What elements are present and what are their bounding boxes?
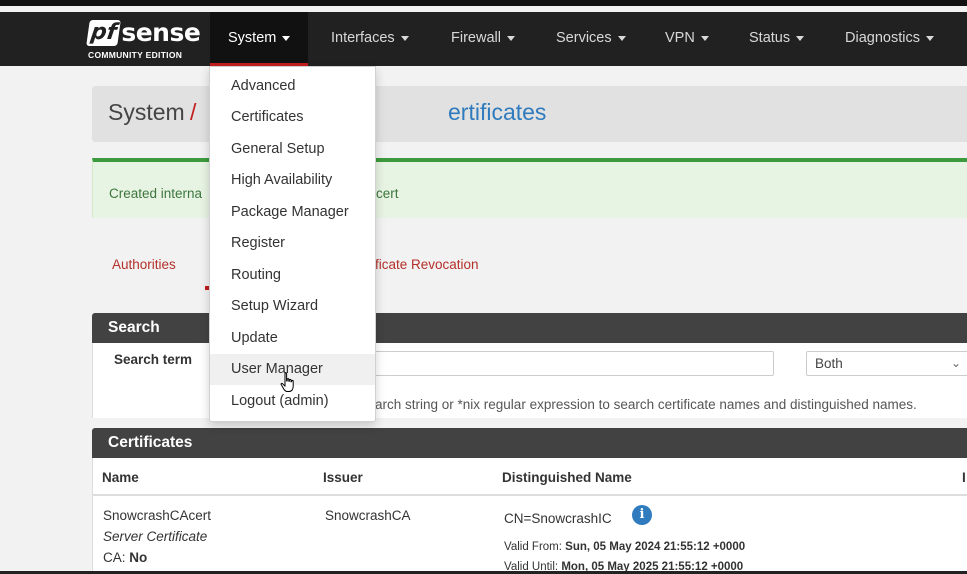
cert-valid-from: Valid From: Sun, 05 May 2024 21:55:12 +0… [504, 541, 745, 553]
nav-vpn-label: VPN [665, 30, 695, 46]
caret-down-icon [700, 35, 709, 41]
caret-down-icon [506, 35, 515, 41]
hand-pointer-cursor-icon [280, 372, 294, 392]
column-header-name[interactable]: Name [102, 470, 139, 485]
logo-wordmark: pf sense [86, 18, 201, 48]
cert-distinguished-name: CN=SnowcrashIC [504, 511, 612, 526]
cert-ca-flag: CA: No [103, 550, 147, 565]
valid-from-value: Sun, 05 May 2024 21:55:12 +0000 [565, 541, 746, 553]
nav-status[interactable]: Status [749, 12, 805, 66]
caret-down-icon [282, 35, 291, 41]
system-dropdown-menu: Advanced Certificates General Setup High… [209, 66, 376, 422]
table-header-rule [92, 494, 967, 496]
nav-services-label: Services [556, 30, 612, 46]
nav-interfaces[interactable]: Interfaces [331, 12, 409, 66]
menu-item-advanced[interactable]: Advanced [210, 71, 375, 102]
nav-diagnostics[interactable]: Diagnostics [845, 12, 934, 66]
search-scope-select[interactable]: Both ⌄ [806, 351, 967, 376]
chevron-down-icon: ⌄ [950, 356, 961, 370]
cert-ca-label: CA: [103, 550, 126, 565]
menu-item-update[interactable]: Update [210, 323, 375, 354]
nav-firewall-label: Firewall [451, 30, 501, 46]
menu-item-certificates[interactable]: Certificates [210, 102, 375, 133]
menu-item-register[interactable]: Register [210, 228, 375, 259]
nav-diagnostics-label: Diagnostics [845, 30, 920, 46]
nav-services[interactable]: Services [556, 12, 626, 66]
menu-item-high-availability[interactable]: High Availability [210, 165, 375, 196]
cert-ca-value: No [129, 550, 148, 565]
menu-item-routing[interactable]: Routing [210, 260, 375, 291]
pfsense-logo[interactable]: pf sense COMMUNITY EDITION [86, 18, 201, 62]
cert-type: Server Certificate [103, 529, 208, 544]
certificates-panel-heading: Certificates [92, 428, 967, 458]
breadcrumb-certificates[interactable]: ertificates [448, 99, 546, 126]
search-scope-value: Both [815, 356, 843, 371]
nav-vpn[interactable]: VPN [665, 12, 709, 66]
menu-item-setup-wizard[interactable]: Setup Wizard [210, 291, 375, 322]
nav-system-label: System [228, 30, 277, 46]
breadcrumb-separator: / [190, 99, 197, 125]
column-header-distinguished-name[interactable]: Distinguished Name [502, 470, 632, 485]
nav-system[interactable]: System [210, 12, 309, 66]
nav-firewall[interactable]: Firewall [451, 12, 515, 66]
valid-from-label: Valid From: [504, 541, 562, 553]
nav-status-label: Status [749, 30, 791, 46]
search-term-label: Search term [114, 352, 193, 367]
column-header-truncated[interactable]: I [962, 470, 966, 485]
tab-authorities[interactable]: Authorities [112, 257, 176, 272]
search-input[interactable] [374, 351, 774, 376]
caret-down-icon [925, 35, 934, 41]
caret-down-icon [617, 35, 626, 41]
breadcrumb-system[interactable]: System [108, 99, 185, 126]
search-help-text: arch string or *nix regular expression t… [375, 397, 917, 412]
caret-down-icon [400, 35, 409, 41]
cert-issuer: SnowcrashCA [325, 508, 411, 523]
caret-down-icon [796, 35, 805, 41]
alert-text-start: Created interna [109, 186, 203, 201]
column-header-issuer[interactable]: Issuer [323, 470, 363, 485]
logo-edition-text: COMMUNITY EDITION [88, 50, 183, 60]
logo-sense-text: sense [121, 18, 201, 47]
menu-item-general-setup[interactable]: General Setup [210, 134, 375, 165]
info-icon[interactable]: i [632, 505, 652, 525]
alert-text-end: cert [376, 186, 399, 201]
cert-name: SnowcrashCAcert [103, 508, 212, 523]
top-navbar: pf sense COMMUNITY EDITION System Interf… [0, 12, 967, 66]
menu-item-package-manager[interactable]: Package Manager [210, 197, 375, 228]
nav-interfaces-label: Interfaces [331, 30, 395, 46]
logo-pf-mark: pf [86, 20, 122, 46]
tab-certificate-revocation[interactable]: ficate Revocation [375, 257, 479, 272]
